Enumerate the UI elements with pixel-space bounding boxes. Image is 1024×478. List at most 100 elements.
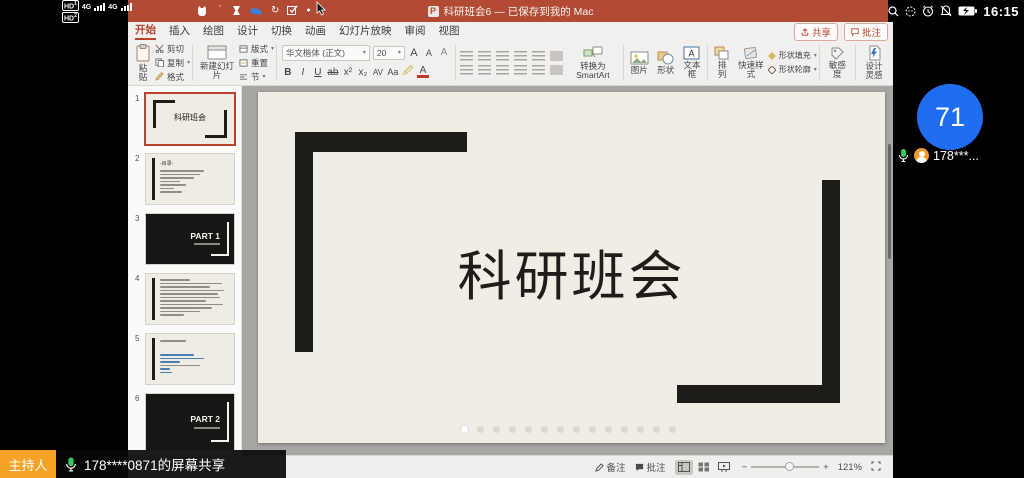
textbox-button[interactable]: A 文本框 <box>679 45 705 80</box>
convert-smartart-button[interactable]: 转换为 SmartArt <box>565 40 621 85</box>
zoom-level[interactable]: 121% <box>838 462 862 473</box>
thumbnail-1-preview[interactable]: 科研班会 <box>146 94 234 144</box>
numbering-icon[interactable] <box>478 51 491 61</box>
align-right-icon[interactable] <box>496 65 509 75</box>
align-text-icon[interactable] <box>550 65 563 75</box>
participant-mic-icon <box>897 148 910 163</box>
comments-toggle[interactable]: 批注 <box>635 460 666 474</box>
new-slide-button[interactable]: 新建幻灯片 <box>195 44 239 81</box>
fit-to-window-button[interactable] <box>871 461 881 474</box>
thumbnail-1[interactable]: 1 科研班会 <box>146 94 235 144</box>
align-left-icon[interactable] <box>460 65 473 75</box>
quick-styles-button[interactable]: 快速样式 <box>734 45 768 80</box>
tab-insert[interactable]: 插入 <box>169 23 190 38</box>
grow-font-button[interactable]: A <box>408 47 420 59</box>
section-button[interactable]: 节▾ <box>239 71 274 83</box>
tab-slideshow[interactable]: 幻灯片放映 <box>339 23 392 38</box>
shape-outline-button[interactable]: 形状轮廓▾ <box>768 64 817 75</box>
normal-view-button[interactable] <box>675 460 693 475</box>
superscript-button[interactable]: x² <box>342 67 354 78</box>
thumbnail-5[interactable]: 5 <box>146 334 235 384</box>
zoom-out-button[interactable]: − <box>742 462 748 473</box>
tab-view[interactable]: 视图 <box>439 23 460 38</box>
slide-title[interactable]: 科研班会 <box>258 232 885 311</box>
clear-formatting-button[interactable]: A <box>438 47 450 58</box>
participant-count-bubble[interactable]: 71 <box>917 84 983 150</box>
thumbnail-4[interactable]: 4 <box>146 274 235 324</box>
format-painter-button[interactable]: 格式 <box>155 71 190 83</box>
comments-button[interactable]: 批注 <box>844 23 888 41</box>
character-spacing-button[interactable]: AV <box>372 68 384 77</box>
font-family-select[interactable]: 华文楷体 (正文)▾ <box>282 45 370 61</box>
strikethrough-button[interactable]: ab <box>327 67 339 78</box>
cut-button[interactable]: 剪切 <box>155 43 190 55</box>
notes-toggle[interactable]: 备注 <box>595 460 626 474</box>
tab-design[interactable]: 设计 <box>237 23 258 38</box>
shrink-font-button[interactable]: A <box>423 48 435 58</box>
screen-share-banner[interactable]: 178****0871的屏幕共享 <box>56 450 286 478</box>
bullets-icon[interactable] <box>460 51 473 61</box>
reset-icon <box>239 59 248 67</box>
zoom-in-button[interactable]: + <box>823 462 829 473</box>
share-button[interactable]: 共享 <box>794 23 838 41</box>
highlight-color-button[interactable]: 🖉 <box>402 64 414 81</box>
hd-volte-icon-2: HD2 <box>62 12 79 23</box>
bold-button[interactable]: B <box>282 67 294 78</box>
line-spacing-icon[interactable] <box>532 51 545 61</box>
subtitle-line <box>194 243 220 245</box>
slideshow-button[interactable] <box>715 460 733 475</box>
thumbnail-5-preview[interactable] <box>146 334 234 384</box>
subtitle-line <box>194 427 220 429</box>
sensitivity-button[interactable]: 敏感度 <box>822 40 853 85</box>
slide-thumbnail-panel[interactable]: 1 科研班会 2 -目录- <box>128 86 242 455</box>
copy-icon <box>155 58 164 67</box>
thumbnail-4-preview[interactable] <box>146 274 234 324</box>
thumbnail-2[interactable]: 2 -目录- <box>146 154 235 204</box>
tab-draw[interactable]: 绘图 <box>203 23 224 38</box>
clipboard-icon <box>135 44 151 62</box>
design-ideas-button[interactable]: 设计灵感 <box>858 40 890 85</box>
thumbnail-2-preview[interactable]: -目录- <box>146 154 234 204</box>
arrange-button[interactable]: 排列 <box>710 45 734 80</box>
copy-button[interactable]: 复制▾ <box>155 57 190 69</box>
font-size-select[interactable]: 20▾ <box>373 46 405 60</box>
align-center-icon[interactable] <box>478 65 491 75</box>
reset-button[interactable]: 重置 <box>239 57 274 69</box>
shapes-button[interactable]: 形状 <box>653 50 679 76</box>
justify-icon[interactable] <box>514 65 527 75</box>
zoom-slider[interactable] <box>751 466 819 468</box>
thumbnail-3[interactable]: 3 PART 1 <box>146 214 235 264</box>
paste-button[interactable]: 粘贴 <box>131 43 155 83</box>
thumbnail-6-preview[interactable]: PART 2 <box>146 394 234 450</box>
meeting-participant-panel: 71 178***... <box>893 22 1024 478</box>
thumbnail-6[interactable]: 6 PART 2 <box>146 394 235 450</box>
zoom-slider-thumb[interactable] <box>785 462 794 471</box>
subscript-button[interactable]: x₂ <box>357 67 369 78</box>
tab-animations[interactable]: 动画 <box>305 23 326 38</box>
tab-home[interactable]: 开始 <box>135 22 156 40</box>
italic-button[interactable]: I <box>297 67 309 78</box>
vertical-scrollbar[interactable] <box>888 144 891 259</box>
font-group: 华文楷体 (正文)▾ 20▾ A A A B I U ab <box>279 40 453 85</box>
participant-row[interactable]: 178***... <box>897 148 979 163</box>
current-slide[interactable]: 科研班会 <box>258 92 885 443</box>
thumbnail-3-preview[interactable]: PART 1 <box>146 214 234 264</box>
text-direction-icon[interactable] <box>550 51 563 61</box>
textbox-icon: A <box>683 46 700 60</box>
shapes-icon <box>657 51 675 65</box>
picture-button[interactable]: 图片 <box>626 50 653 76</box>
layout-button[interactable]: 版式▾ <box>239 43 274 55</box>
tab-review[interactable]: 审阅 <box>405 23 426 38</box>
slide-editing-area[interactable]: 科研班会 <box>242 86 893 455</box>
indent-increase-icon[interactable] <box>514 51 527 61</box>
columns-icon[interactable] <box>532 65 545 75</box>
shape-fill-button[interactable]: 形状填充▾ <box>768 50 817 61</box>
progress-dot <box>589 426 596 433</box>
indent-decrease-icon[interactable] <box>496 51 509 61</box>
underline-button[interactable]: U <box>312 67 324 78</box>
change-case-button[interactable]: Aa <box>387 67 399 77</box>
font-color-button[interactable]: A <box>417 66 429 78</box>
svg-text:A: A <box>689 49 695 59</box>
tab-transitions[interactable]: 切换 <box>271 23 292 38</box>
slide-sorter-button[interactable] <box>695 460 713 475</box>
